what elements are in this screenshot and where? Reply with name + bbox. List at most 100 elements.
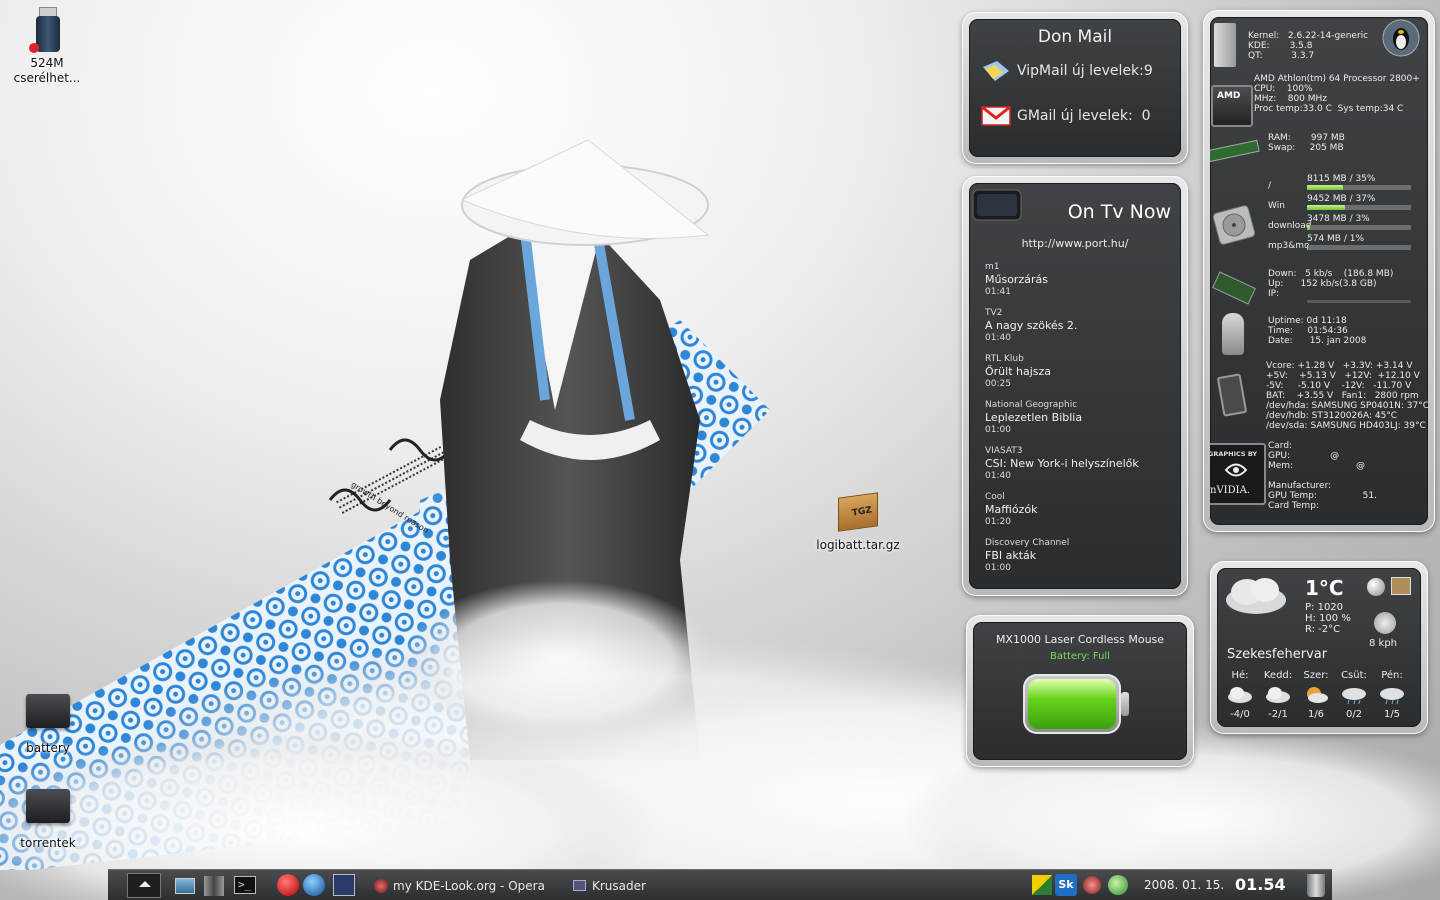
- disk-usage-bar: [1307, 205, 1411, 210]
- gmail-icon: [981, 104, 1011, 128]
- forecast-day-name: Pén:: [1381, 670, 1403, 681]
- list-item[interactable]: VIASAT3 CSI: New York-i helyszínelők 01:40: [985, 446, 1170, 492]
- wind-direction-icon: [1374, 612, 1396, 634]
- show-desktop-button[interactable]: [127, 873, 161, 898]
- tv-show: CSI: New York-i helyszínelők: [985, 457, 1139, 470]
- kernel-info: Kernel: 2.6.22-14-generic KDE: 3.5.8 QT:…: [1248, 31, 1369, 61]
- weather-city: Szekesfehervar: [1227, 647, 1328, 662]
- tv-channel: m1: [985, 262, 1000, 272]
- tray-app-icon[interactable]: [1083, 876, 1101, 894]
- konqueror-launcher-icon[interactable]: [175, 878, 195, 894]
- gmail-row[interactable]: GMail új levelek: 0: [981, 104, 1151, 128]
- list-item[interactable]: TV2 A nagy szökés 2. 01:40: [985, 308, 1170, 354]
- tv-program-list: m1 Műsorzárás 01:41 TV2 A nagy szökés 2. 01:…: [985, 262, 1170, 584]
- forecast-day[interactable]: Csüt: 0/2: [1335, 670, 1373, 720]
- gpu-temp-info: Manufacturer: GPU Temp: 51. Card Temp:: [1268, 481, 1377, 511]
- system-monitor-widget: Kernel: 2.6.22-14-generic KDE: 3.5.8 QT:…: [1203, 10, 1435, 532]
- forecast-day-name: Szer:: [1303, 670, 1329, 681]
- tray-network-icon[interactable]: [1032, 875, 1052, 895]
- battery-folder-label: battery: [26, 741, 70, 755]
- list-item[interactable]: Cool Maffiózók 01:20: [985, 492, 1170, 538]
- cloud-icon: [1264, 685, 1292, 705]
- current-temperature: 1°C: [1305, 576, 1344, 600]
- taskbar-task-krusader[interactable]: Krusader: [573, 874, 693, 897]
- sensor-readings: Vcore: +1.28 V +3.3V: +3.14 V +5V: +5.13…: [1266, 361, 1428, 431]
- tv-show: Leplezetlen Biblia: [985, 411, 1083, 424]
- disk-usage: 8115 MB / 35%: [1307, 174, 1376, 184]
- amd-cpu-icon: AMD: [1211, 85, 1253, 127]
- tv-show: Őrült hajsza: [985, 365, 1052, 378]
- folder-icon: [24, 690, 72, 738]
- forecast-day[interactable]: Szer: 1/6: [1297, 670, 1335, 720]
- tv-time: 01:00: [985, 563, 1011, 573]
- tv-channel: National Geographic: [985, 400, 1078, 410]
- disk-name: /: [1268, 181, 1272, 191]
- list-item[interactable]: Discovery Channel FBI akták 01:00: [985, 538, 1170, 584]
- list-item[interactable]: National Geographic Leplezetlen Biblia 01:…: [985, 400, 1170, 446]
- list-item[interactable]: m1 Műsorzárás 01:41: [985, 262, 1170, 308]
- battery-fill: [1028, 679, 1116, 729]
- browser-globe-launcher-icon[interactable]: [303, 874, 325, 896]
- radar-map-icon[interactable]: [1391, 577, 1411, 595]
- system-monitor-panel: Kernel: 2.6.22-14-generic KDE: 3.5.8 QT:…: [1210, 17, 1428, 525]
- forecast-range: 1/6: [1307, 709, 1325, 720]
- tv-channel: RTL Klub: [985, 354, 1024, 364]
- taskbar-date[interactable]: 2008. 01. 15.: [1144, 878, 1224, 892]
- mouse-model-title: MX1000 Laser Cordless Mouse: [995, 633, 1165, 646]
- gmail-count: GMail új levelek: 0: [1017, 108, 1151, 124]
- tray-update-icon[interactable]: [1108, 875, 1128, 895]
- terminal-launcher-icon[interactable]: >_: [234, 876, 256, 894]
- vipmail-row[interactable]: VipMail új levelek:9: [981, 59, 1153, 83]
- tray-skype-icon[interactable]: Sk: [1055, 874, 1077, 896]
- desktop-icon-battery-folder[interactable]: battery: [3, 690, 93, 756]
- forecast-day[interactable]: Hé: -4/0: [1221, 670, 1259, 720]
- triangle-up-icon: [139, 881, 151, 887]
- uptime-info: Uptime: 0d 11:18 Time: 01:54:36 Date: 15…: [1268, 316, 1367, 346]
- tv-channel: TV2: [985, 308, 1003, 318]
- nvidia-badge-caption: GRAPHICS BY: [1210, 450, 1258, 458]
- krusader-icon: [573, 880, 586, 891]
- gpu-info: Card: GPU: @ Mem: @: [1268, 441, 1366, 471]
- mail-widget: Don Mail VipMail új levelek:9 GMail új l…: [962, 12, 1188, 164]
- sun-cloud-icon: [1302, 685, 1330, 705]
- rain-cloud-icon: [1340, 685, 1368, 705]
- usb-drive-icon: [23, 5, 71, 53]
- vipmail-count: VipMail új levelek:9: [1017, 63, 1153, 79]
- desktop-icon-logibatt-archive[interactable]: TGZ logibatt.tar.gz: [813, 487, 903, 553]
- rain-cloud-icon: [1378, 685, 1406, 705]
- hard-disk-icon: [1212, 203, 1256, 251]
- forecast-range: -2/1: [1268, 709, 1288, 720]
- weather-widget: 1°C P: 1020 H: 100 % R: -2°C 8 kph Szeke…: [1210, 561, 1428, 734]
- forecast-day-name: Csüt:: [1341, 670, 1367, 681]
- forecast-day-name: Kedd:: [1263, 670, 1293, 681]
- desktop-icon-torrentek-folder[interactable]: torrentek: [3, 785, 93, 851]
- desktop-icon-usb-drive[interactable]: 524M cserélhet...: [2, 5, 92, 86]
- cursor-launcher-icon[interactable]: [333, 874, 355, 896]
- forecast-range: 0/2: [1345, 709, 1363, 720]
- tv-widget: On Tv Now http://www.port.hu/ m1 Műsorzár…: [962, 176, 1188, 596]
- tv-time: 01:00: [985, 425, 1011, 435]
- taskbar-clock[interactable]: 01.54: [1235, 875, 1286, 894]
- task-label: my KDE-Look.org - Opera: [393, 878, 545, 893]
- amd-logo-text: AMD: [1217, 91, 1241, 101]
- taskbar-task-opera[interactable]: my KDE-Look.org - Opera: [374, 874, 564, 897]
- taskbar: >_ my KDE-Look.org - Opera Krusader Sk 2…: [108, 869, 1332, 900]
- tools-launcher-icon[interactable]: [204, 876, 224, 896]
- network-activity-bar: [1307, 300, 1411, 303]
- folder-icon: [24, 785, 72, 833]
- mail-widget-title: Don Mail: [1037, 27, 1113, 47]
- forecast-day-name: Hé:: [1231, 670, 1249, 681]
- opera-launcher-icon[interactable]: [277, 874, 299, 896]
- opera-small-icon: [374, 878, 388, 893]
- forecast-day[interactable]: Kedd: -2/1: [1259, 670, 1297, 720]
- tv-source-url[interactable]: http://www.port.hu/: [969, 237, 1181, 250]
- weather-details: P: 1020 H: 100 % R: -2°C: [1305, 602, 1351, 635]
- forecast-day[interactable]: Pén: 1/5: [1373, 670, 1411, 720]
- mouse-battery-widget: MX1000 Laser Cordless Mouse Battery: Ful…: [966, 615, 1194, 767]
- globe-icon[interactable]: [1367, 578, 1385, 596]
- mail-widget-panel: Don Mail VipMail új levelek:9 GMail új l…: [969, 19, 1181, 157]
- list-item[interactable]: RTL Klub Őrült hajsza 00:25: [985, 354, 1170, 400]
- trash-icon[interactable]: [1307, 874, 1325, 897]
- nvidia-logo-text: nVIDIA.: [1210, 485, 1250, 496]
- task-label: Krusader: [592, 878, 646, 893]
